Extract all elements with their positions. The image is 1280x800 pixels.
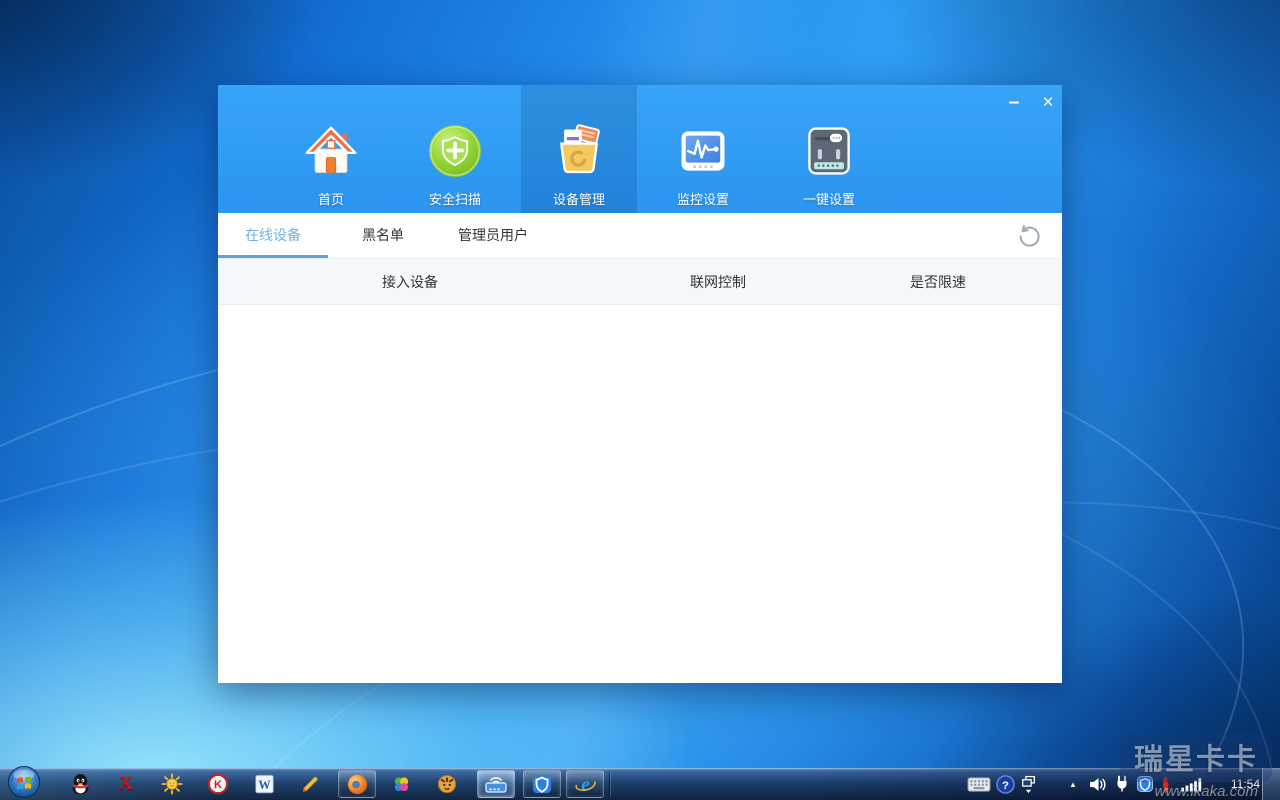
taskbar-qq-icon[interactable] [66,768,94,800]
taskbar-kaka-icon[interactable]: K [204,768,232,800]
svg-text:W: W [258,778,271,792]
taskbar: X K W [0,768,1280,800]
taskbar-divider [609,771,610,797]
nav-item-device-management[interactable]: 设备管理 [521,85,637,213]
taskbar-clock[interactable]: 11:54 [1220,768,1260,800]
tab-label: 黑名单 [362,227,404,243]
svg-text:?: ? [1002,779,1009,791]
monitor-settings-icon [675,123,731,179]
window-header: 首页 安全扫描 [218,85,1062,213]
tray-network-signal-icon[interactable] [1180,768,1204,800]
close-button[interactable]: × [1035,90,1061,116]
tray-power-plug-icon[interactable] [1111,768,1133,800]
taskbar-word-icon[interactable]: W [250,768,278,800]
home-icon [303,123,359,179]
taskbar-router-manager-button[interactable] [477,770,515,798]
nav-label: 安全扫描 [397,189,513,208]
tab-admin-users[interactable]: 管理员用户 [438,213,548,258]
svg-text:e: e [581,774,590,795]
nav-item-monitor-settings[interactable]: 监控设置 [645,85,761,213]
tab-blacklist[interactable]: 黑名单 [328,213,438,258]
router-manager-window: 首页 安全扫描 [218,85,1062,683]
nav-label: 一键设置 [771,189,887,208]
security-scan-icon [427,123,483,179]
nav-label: 设备管理 [521,189,637,208]
tray-speaker-icon[interactable] [1086,768,1108,800]
nav-label: 监控设置 [645,189,761,208]
tab-bar: 在线设备 黑名单 管理员用户 [218,213,1062,258]
tray-hidden-icons-button[interactable]: ▲ [1064,768,1082,800]
tab-label: 管理员用户 [458,227,528,243]
windows-start-orb-icon [7,765,41,800]
column-header-speed-limit: 是否限速 [863,259,1013,306]
taskbar-tencent-shield-button[interactable] [523,770,561,798]
device-table-header: 接入设备 联网控制 是否限速 [218,258,1062,305]
column-header-network-control: 联网控制 [643,259,793,306]
tray-language-bar-icon[interactable] [1018,768,1038,800]
start-button[interactable] [5,768,43,800]
tray-tencent-shield-icon[interactable] [1135,768,1155,800]
nav-item-one-key-settings[interactable]: 一键设置 [771,85,887,213]
taskbar-firefox-button[interactable] [338,770,376,798]
taskbar-thunder-x-icon[interactable]: X [112,768,140,800]
taskbar-paint-icon[interactable] [297,768,325,800]
nav-label: 首页 [273,189,389,208]
device-table-body [218,305,1062,681]
nav-item-security-scan[interactable]: 安全扫描 [397,85,513,213]
device-management-icon [551,123,607,179]
taskbar-sun-icon[interactable] [158,768,186,800]
column-header-device: 接入设备 [335,259,485,306]
tab-online-devices[interactable]: 在线设备 [218,213,328,258]
minimize-button[interactable]: – [1001,90,1027,116]
tab-label: 在线设备 [245,227,301,243]
taskbar-ie-button[interactable]: e [566,770,604,798]
show-desktop-button[interactable] [1262,768,1280,800]
taskbar-pinwheel-icon[interactable] [387,768,415,800]
refresh-icon[interactable] [1015,222,1043,250]
tray-help-icon[interactable]: ? [994,768,1016,800]
svg-text:K: K [214,779,222,791]
taskbar-tiger-icon[interactable] [433,768,461,800]
nav-item-home[interactable]: 首页 [273,85,389,213]
desktop: 首页 安全扫描 [0,0,1280,800]
tray-rising-lion-icon[interactable] [1157,768,1173,800]
one-key-settings-icon [801,123,857,179]
tray-keyboard-icon[interactable] [966,768,992,800]
